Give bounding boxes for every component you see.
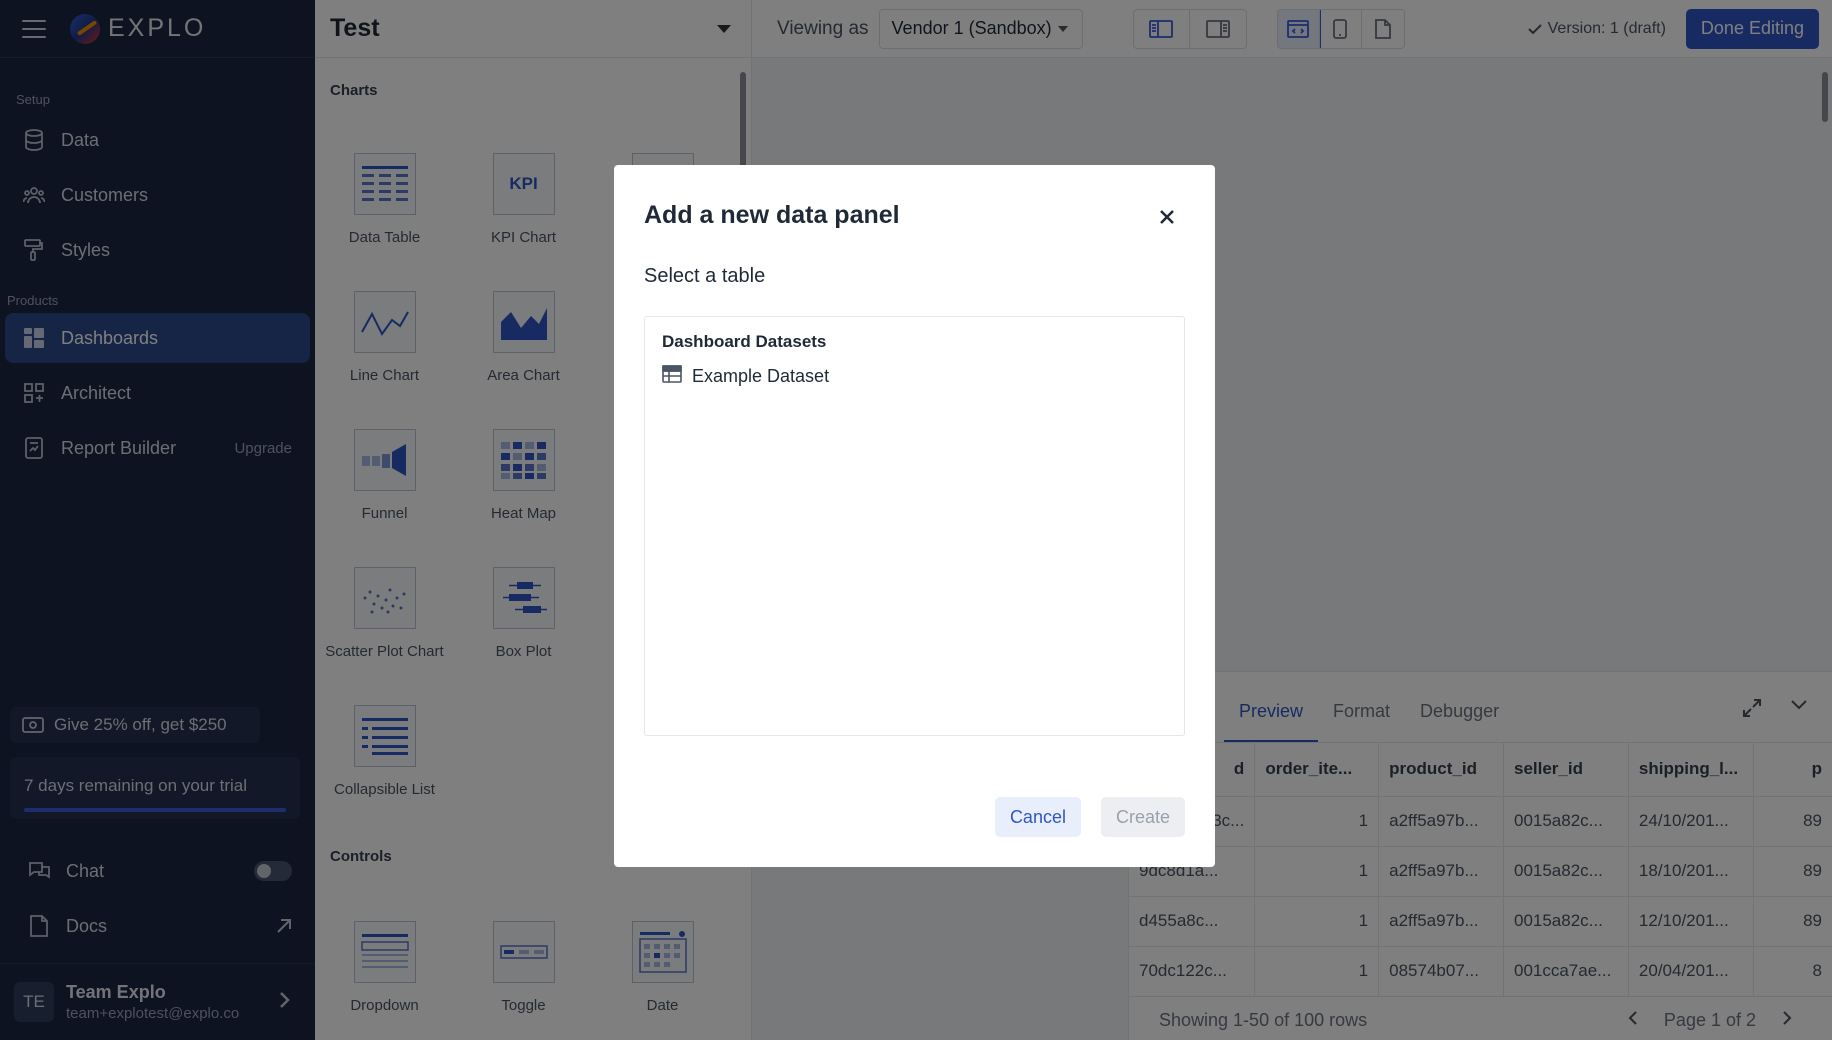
dataset-group-header: Dashboard Datasets bbox=[662, 332, 827, 351]
add-data-panel-modal: Add a new data panel Select a table Dash… bbox=[614, 165, 1215, 867]
dataset-item-example[interactable]: Example Dataset bbox=[662, 365, 1184, 388]
create-button[interactable]: Create bbox=[1100, 797, 1185, 837]
dataset-name: Example Dataset bbox=[692, 366, 830, 386]
modal-actions: Cancel Create bbox=[994, 797, 1185, 837]
cancel-button[interactable]: Cancel bbox=[994, 797, 1081, 837]
dataset-list: Dashboard Datasets Example Dataset bbox=[644, 316, 1185, 736]
close-icon[interactable] bbox=[1159, 205, 1175, 231]
modal-title: Add a new data panel bbox=[644, 201, 900, 229]
modal-subtitle: Select a table bbox=[644, 265, 766, 287]
table-icon bbox=[662, 365, 682, 388]
